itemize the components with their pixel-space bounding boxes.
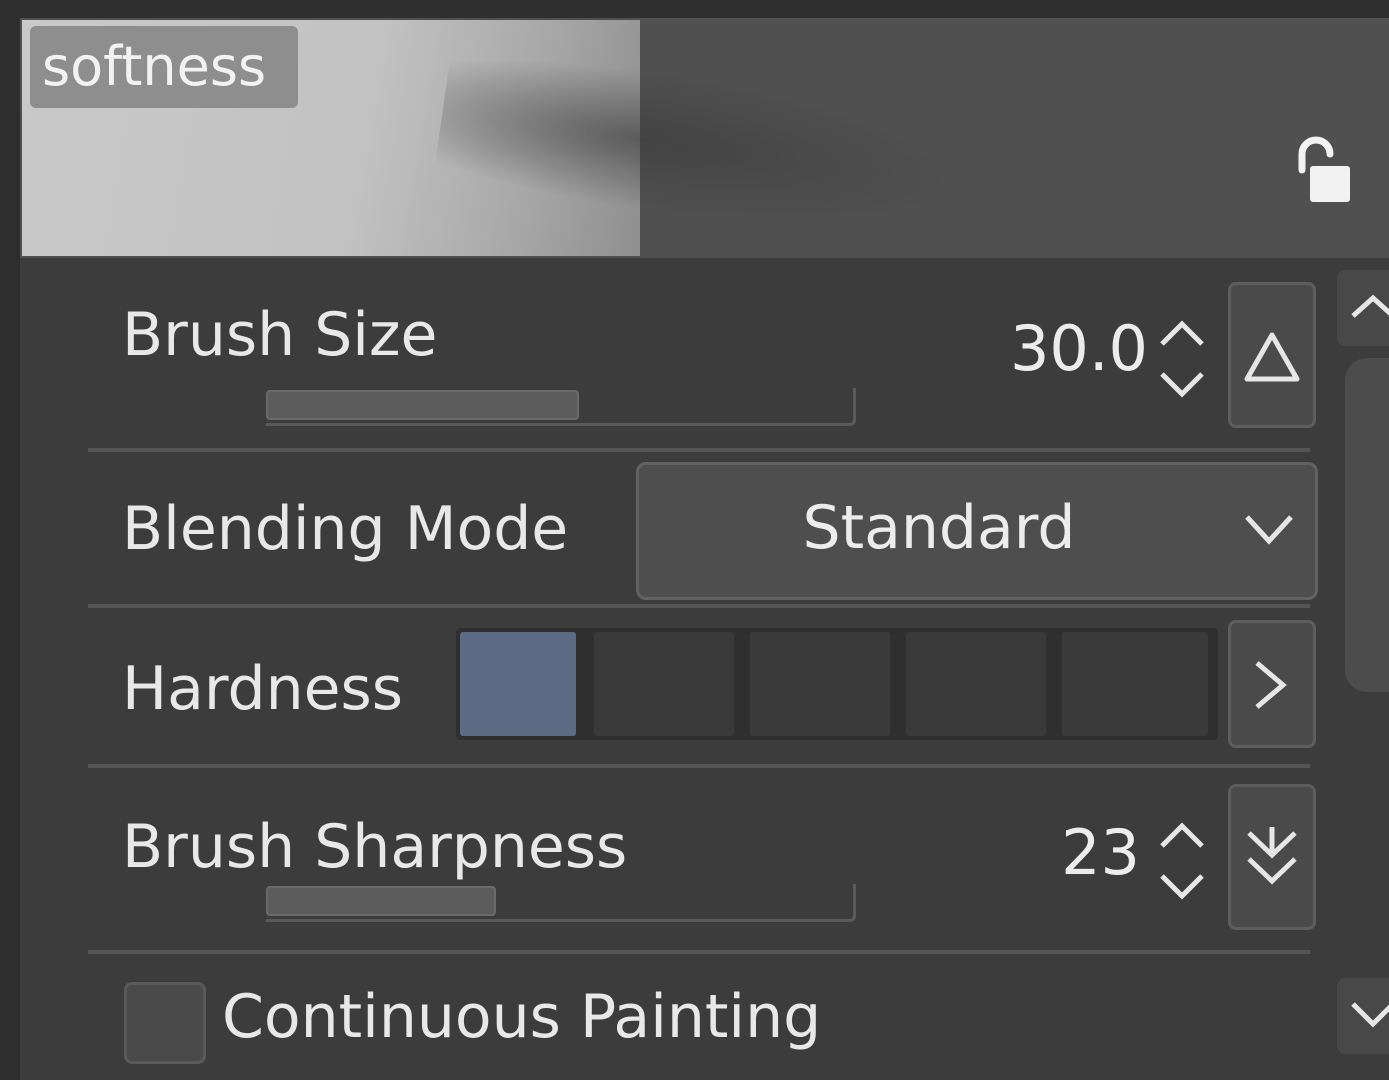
divider [88, 604, 1310, 608]
brush-size-pressure-button[interactable] [1228, 282, 1316, 428]
brush-sharpness-pressure-button[interactable] [1228, 784, 1316, 930]
chevron-right-icon [1255, 661, 1287, 709]
preview-label: softness [30, 26, 299, 108]
blending-mode-label: Blending Mode [122, 494, 569, 564]
brush-size-slider-fill[interactable] [266, 390, 579, 420]
brush-size-spinner[interactable] [1156, 314, 1208, 404]
hardness-label: Hardness [122, 654, 404, 724]
unlock-icon[interactable] [1276, 130, 1356, 210]
continuous-painting-checkbox[interactable] [124, 982, 206, 1064]
scroll-down-button[interactable] [1337, 978, 1389, 1054]
hardness-swatches [456, 628, 1218, 740]
blending-mode-value: Standard [802, 493, 1076, 563]
divider [88, 764, 1310, 768]
triangle-icon [1244, 332, 1300, 382]
hardness-swatch-2[interactable] [594, 632, 734, 736]
brush-sharpness-value[interactable]: 23 [990, 816, 1140, 889]
hardness-expand-button[interactable] [1228, 620, 1316, 748]
brush-size-label: Brush Size [122, 300, 438, 370]
hardness-swatch-1[interactable] [460, 632, 576, 736]
hardness-swatch-4[interactable] [906, 632, 1046, 736]
blending-mode-select[interactable]: Standard [636, 462, 1318, 600]
double-chevron-down-icon [1247, 827, 1297, 885]
hardness-swatch-3[interactable] [750, 632, 890, 736]
brush-sharpness-label: Brush Sharpness [122, 812, 628, 882]
brush-sharpness-spinner[interactable] [1156, 816, 1208, 906]
scrollbar-thumb[interactable] [1345, 358, 1389, 692]
brush-preview: softness [20, 18, 1389, 258]
brush-size-value[interactable]: 30.0 [990, 312, 1148, 385]
chevron-down-icon [1245, 515, 1293, 545]
continuous-painting-label: Continuous Painting [222, 982, 822, 1052]
chevron-down-icon [1351, 1002, 1389, 1028]
divider [88, 448, 1310, 452]
chevron-up-icon [1351, 294, 1389, 318]
scroll-up-button[interactable] [1337, 270, 1389, 346]
left-edge [0, 0, 20, 1080]
hardness-swatch-5[interactable] [1062, 632, 1208, 736]
top-strip [0, 0, 1389, 18]
brush-sharpness-slider-fill[interactable] [266, 886, 496, 916]
divider [88, 950, 1310, 954]
